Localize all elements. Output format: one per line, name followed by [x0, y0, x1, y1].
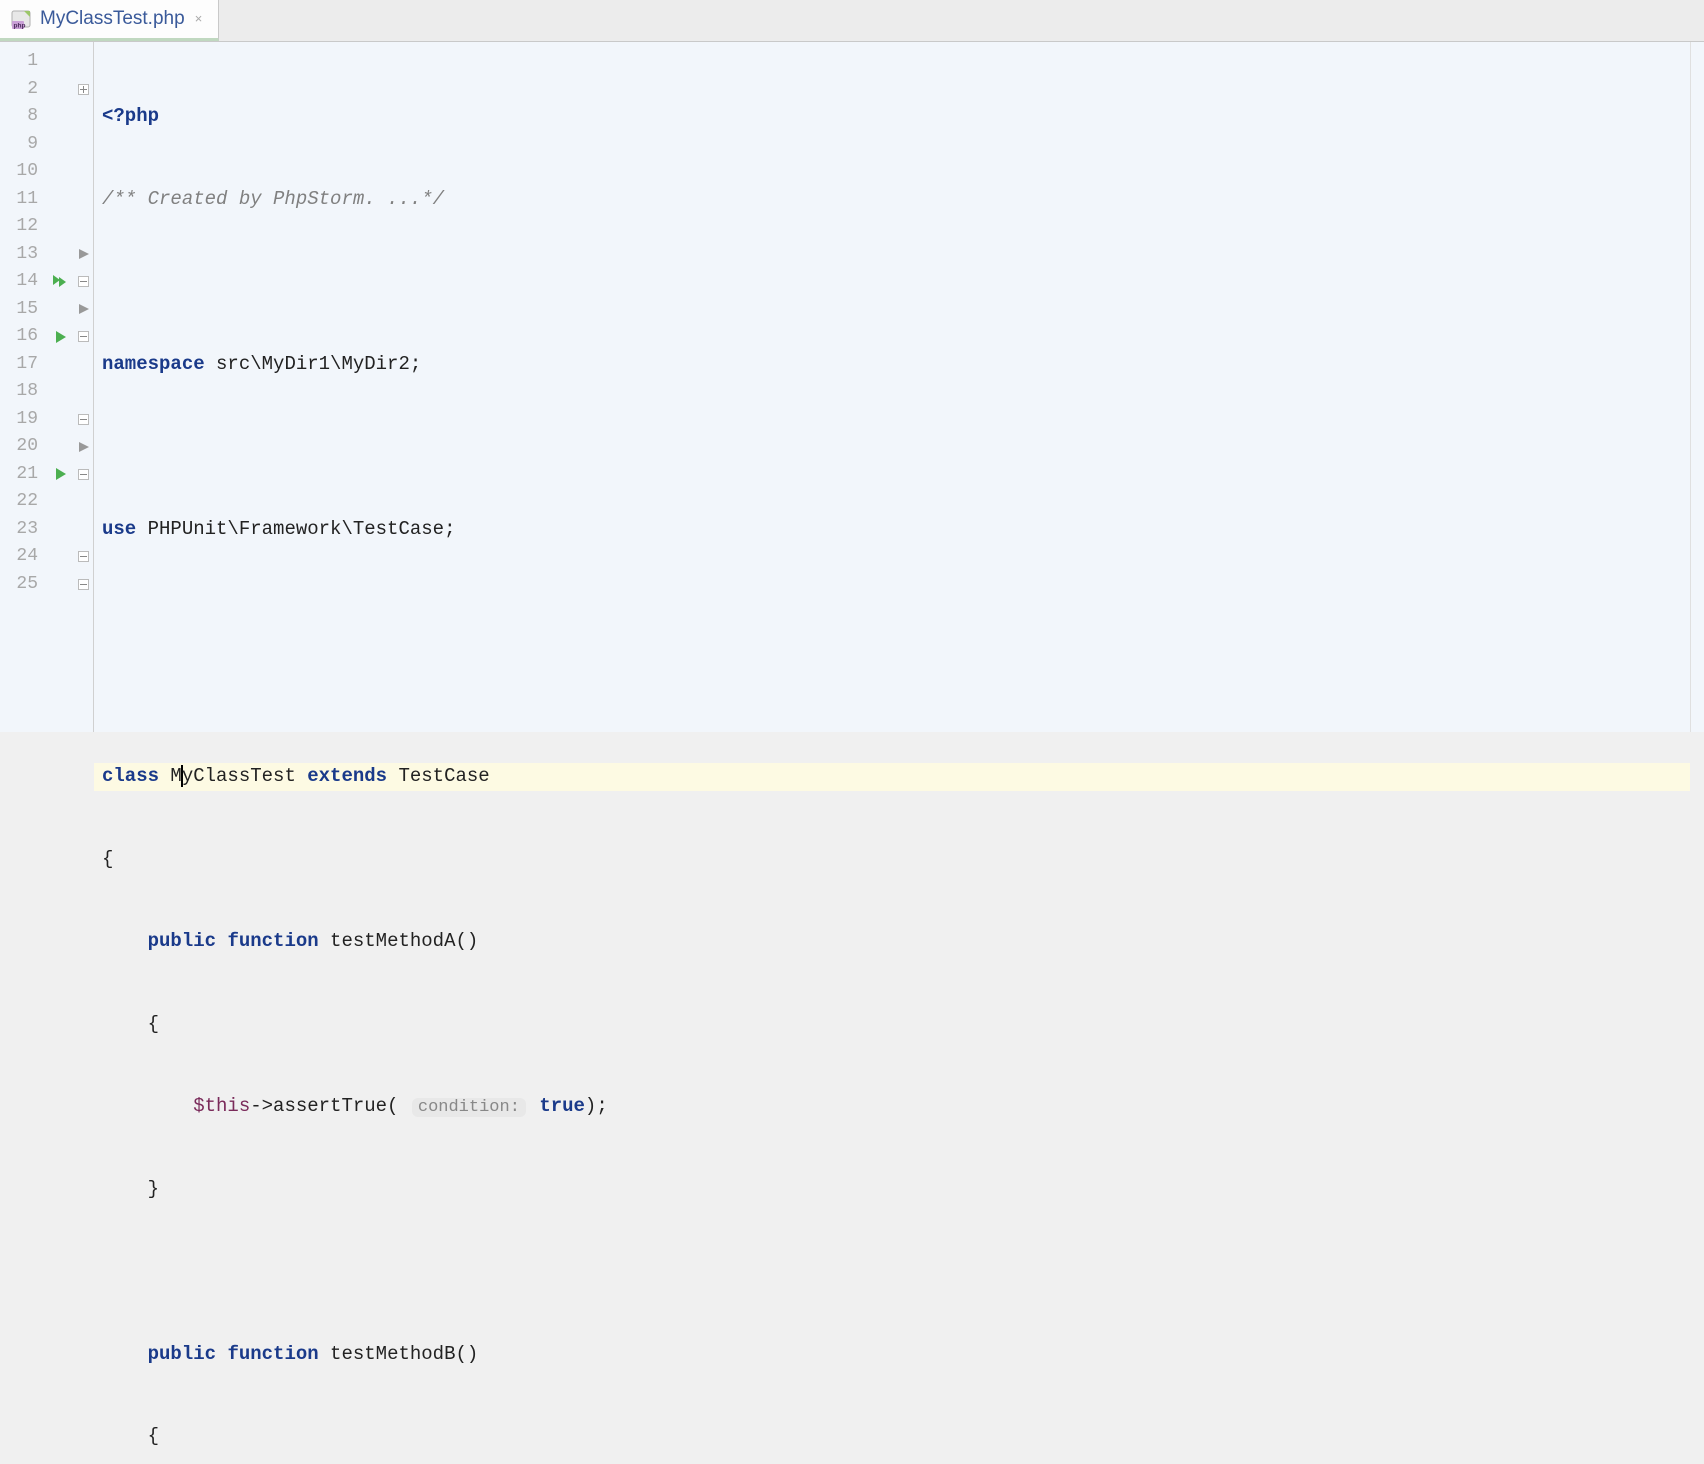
code-line[interactable] — [94, 598, 1690, 626]
fold-collapse-icon[interactable] — [74, 461, 93, 489]
code-line-active[interactable]: class MyClassTest extends TestCase — [94, 763, 1690, 791]
fold-collapse-icon[interactable] — [74, 323, 93, 351]
line-number: 13 — [0, 241, 48, 269]
fold-arrow-icon[interactable] — [74, 241, 93, 269]
run-gutter — [48, 42, 74, 732]
line-number: 9 — [0, 131, 48, 159]
line-number: 16 — [0, 323, 48, 351]
line-number: 1 — [0, 48, 48, 76]
fold-arrow-icon[interactable] — [74, 433, 93, 461]
code-line[interactable]: /** Created by PhpStorm. ...*/ — [94, 186, 1690, 214]
line-number: 21 — [0, 461, 48, 489]
line-number: 8 — [0, 103, 48, 131]
code-line[interactable]: use PHPUnit\Framework\TestCase; — [94, 516, 1690, 544]
line-number: 15 — [0, 296, 48, 324]
vertical-scrollbar[interactable] — [1690, 42, 1704, 732]
code-line[interactable]: { — [94, 1423, 1690, 1451]
code-line[interactable]: { — [94, 846, 1690, 874]
line-number: 14 — [0, 268, 48, 296]
line-number: 17 — [0, 351, 48, 379]
code-line[interactable]: public function testMethodB() — [94, 1341, 1690, 1369]
line-number: 25 — [0, 571, 48, 599]
parameter-hint: condition: — [412, 1098, 526, 1117]
code-line[interactable]: namespace src\MyDir1\MyDir2; — [94, 351, 1690, 379]
fold-end-icon[interactable] — [74, 406, 93, 434]
svg-text:php: php — [14, 23, 26, 30]
editor-tab[interactable]: php MyClassTest.php × — [0, 0, 219, 41]
editor-area: 1 2 8 9 10 11 12 13 14 15 16 17 18 19 20… — [0, 42, 1704, 732]
fold-end-icon[interactable] — [74, 571, 93, 599]
line-number: 18 — [0, 378, 48, 406]
line-number: 10 — [0, 158, 48, 186]
close-icon[interactable]: × — [193, 12, 205, 27]
code-line[interactable]: public function testMethodA() — [94, 928, 1690, 956]
line-number: 24 — [0, 543, 48, 571]
run-method-icon[interactable] — [48, 461, 74, 489]
line-number-gutter[interactable]: 1 2 8 9 10 11 12 13 14 15 16 17 18 19 20… — [0, 42, 48, 732]
run-method-icon[interactable] — [48, 323, 74, 351]
code-line[interactable] — [94, 1258, 1690, 1286]
code-line[interactable]: $this->assertTrue( condition: true); — [94, 1093, 1690, 1121]
fold-gutter — [74, 42, 94, 732]
code-line[interactable] — [94, 433, 1690, 461]
run-class-icon[interactable] — [48, 268, 74, 296]
fold-expand-icon[interactable] — [74, 76, 93, 104]
code-line[interactable]: <?php — [94, 103, 1690, 131]
code-line[interactable]: { — [94, 1011, 1690, 1039]
tab-bar: php MyClassTest.php × — [0, 0, 1704, 42]
line-number: 22 — [0, 488, 48, 516]
code-line[interactable] — [94, 681, 1690, 709]
php-file-icon: php — [10, 8, 32, 30]
code-line[interactable] — [94, 268, 1690, 296]
line-number: 12 — [0, 213, 48, 241]
line-number: 23 — [0, 516, 48, 544]
fold-arrow-icon[interactable] — [74, 296, 93, 324]
fold-collapse-icon[interactable] — [74, 268, 93, 296]
line-number: 20 — [0, 433, 48, 461]
line-number: 11 — [0, 186, 48, 214]
fold-end-icon[interactable] — [74, 543, 93, 571]
code-editor[interactable]: <?php /** Created by PhpStorm. ...*/ nam… — [94, 42, 1690, 732]
line-number: 2 — [0, 76, 48, 104]
code-line[interactable]: } — [94, 1176, 1690, 1204]
line-number: 19 — [0, 406, 48, 434]
tab-label: MyClassTest.php — [40, 8, 185, 30]
